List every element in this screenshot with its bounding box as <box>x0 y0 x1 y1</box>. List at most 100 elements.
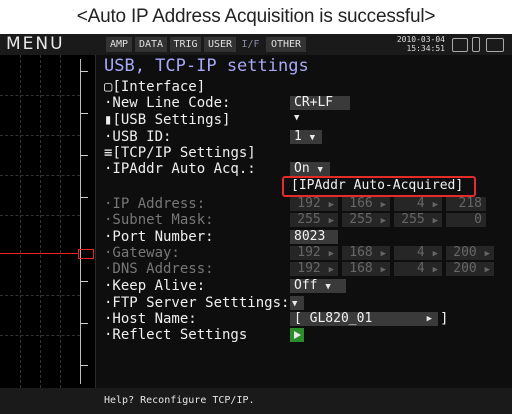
waveform-panel <box>0 55 96 388</box>
ip-octet-1: 192 ▶ <box>290 197 338 211</box>
ip-octet-2: 166 ▶ <box>342 197 390 211</box>
arrow-right-icon: ▶ <box>380 200 386 210</box>
subnet-octet-3-value: 255 <box>401 212 425 227</box>
date-text: 2010-03-04 <box>396 35 445 44</box>
tab-other[interactable]: OTHER <box>266 37 306 52</box>
arrow-right-icon: ▶ <box>432 249 438 259</box>
arrow-right-icon: ▶ <box>380 265 386 275</box>
host-name-label: ·Host Name: <box>104 311 197 327</box>
arrow-right-icon: ▶ <box>484 265 490 275</box>
grid-line <box>0 295 80 296</box>
subnet-mask-label: ·Subnet Mask: <box>104 212 214 228</box>
gateway-octet-2-value: 168 <box>349 245 373 260</box>
dns-address-label: ·DNS Address: <box>104 261 214 277</box>
new-line-code-label: ·New Line Code: <box>104 95 231 111</box>
tab-if[interactable]: I/F <box>238 37 263 52</box>
arrow-right-icon: ▶ <box>380 216 386 226</box>
dns-octet-3: 4 ▶ <box>394 262 442 276</box>
arrow-right-icon: ▶ <box>484 249 490 259</box>
gateway-octet-1: 192 ▶ <box>290 246 338 260</box>
battery-icon <box>472 37 480 52</box>
grid-line <box>0 335 80 336</box>
grid-line <box>0 175 80 176</box>
arrow-right-icon: ▶ <box>328 265 334 275</box>
arrow-right-icon: ▶ <box>426 314 432 324</box>
ip-octet-2-value: 166 <box>349 196 373 211</box>
time-text: 15:34:51 <box>406 44 445 53</box>
ip-octet-1-value: 192 <box>297 196 321 211</box>
host-name-value: [ GL820_01 <box>294 311 373 326</box>
device-screen: MENU AMP DATA TRIG USER I/F OTHER 2010-0… <box>0 34 512 414</box>
dns-octet-3-value: 4 <box>416 261 425 276</box>
top-menu-bar: MENU AMP DATA TRIG USER I/F OTHER 2010-0… <box>0 34 512 55</box>
arrow-right-icon: ▶ <box>432 216 438 226</box>
new-line-code-value: CR+LF <box>294 95 334 110</box>
ip-octet-4-value: 218 <box>458 196 482 211</box>
ipaddr-auto-select[interactable]: On ▼ <box>290 162 330 176</box>
reflect-settings-label: ·Reflect Settings <box>104 327 248 343</box>
arrow-right-icon: ▶ <box>328 216 334 226</box>
arrow-right-icon: ▶ <box>328 200 334 210</box>
interface-header-label: [Interface] <box>112 79 206 95</box>
tab-trig[interactable]: TRIG <box>170 37 201 52</box>
arrow-right-icon: ▶ <box>380 249 386 259</box>
tab-amp[interactable]: AMP <box>106 37 132 52</box>
ftp-server-label: ·FTP Server Setttings: <box>104 295 290 311</box>
gateway-label: ·Gateway: <box>104 245 180 261</box>
keep-alive-value: Off <box>294 278 318 293</box>
dns-octet-2: 168 ▶ <box>342 262 390 276</box>
grid-line <box>0 95 80 96</box>
usb-id-select[interactable]: 1 ▼ <box>290 130 322 144</box>
subnet-octet-1-value: 255 <box>297 212 321 227</box>
gateway-octet-3: 4 ▶ <box>394 246 442 260</box>
dropdown-arrow-icon: ▼ <box>325 282 331 292</box>
keep-alive-select[interactable]: Off ▼ <box>290 279 346 293</box>
axis-tick <box>80 323 88 324</box>
tab-data[interactable]: DATA <box>135 37 167 52</box>
arrow-right-icon: ▶ <box>432 265 438 275</box>
keep-alive-label: ·Keep Alive: <box>104 278 206 294</box>
gateway-octet-1-value: 192 <box>297 245 321 260</box>
grid-line <box>40 55 41 388</box>
tab-user[interactable]: USER <box>204 37 236 52</box>
axis-tick <box>80 365 88 366</box>
waveform-axis <box>80 59 81 384</box>
arrow-right-icon: ▶ <box>432 200 438 210</box>
dns-octet-4-value: 200 <box>453 261 477 276</box>
grid-line <box>60 55 61 388</box>
ipaddr-auto-value: On <box>294 161 310 176</box>
gateway-octet-4: 200 ▶ <box>446 246 494 260</box>
ipaddr-auto-label: ·IPAddr Auto Acq.: <box>104 161 256 177</box>
subnet-octet-3: 255 ▶ <box>394 213 442 227</box>
channel-marker[interactable] <box>78 249 94 259</box>
subnet-octet-4-value: 0 <box>474 212 482 227</box>
port-number-field[interactable]: 8023 ▶ <box>290 229 338 257</box>
auto-acquired-highlight <box>282 176 476 197</box>
host-name-field[interactable]: [ GL820_01 ▶ <box>290 312 438 326</box>
usb-section-header: ▮[USB Settings] <box>104 112 230 128</box>
subnet-octet-2-value: 255 <box>349 212 373 227</box>
interface-section-header: ▢[Interface] <box>104 79 205 95</box>
tcpip-header-label: [TCP/IP Settings] <box>112 145 256 161</box>
axis-tick <box>80 281 88 282</box>
play-icon[interactable] <box>290 328 304 342</box>
usb-id-value: 1 <box>294 129 302 144</box>
signal-trace <box>0 253 78 254</box>
ip-address-label: ·IP Address: <box>104 196 206 212</box>
dropdown-arrow-icon: ▼ <box>309 133 316 143</box>
menu-button[interactable]: MENU <box>6 34 65 55</box>
port-number-value: 8023 <box>294 229 326 244</box>
grid-line <box>0 135 80 136</box>
datetime-display: 2010-03-04 15:34:51 <box>385 35 445 53</box>
new-line-code-select[interactable]: CR+LF ▼ <box>290 95 350 123</box>
ftp-server-dropdown[interactable]: ▼ <box>290 296 304 310</box>
page-title: USB, TCP-IP settings <box>104 56 309 76</box>
device-status-icon <box>486 38 504 52</box>
grid-line <box>20 55 21 388</box>
ip-octet-3: 4 ▶ <box>394 197 442 211</box>
arrow-right-icon: ▶ <box>328 249 334 259</box>
dns-octet-4: 200 ▶ <box>446 262 494 276</box>
ip-octet-4: 218 <box>446 197 486 211</box>
subnet-octet-4: 0 <box>446 213 486 227</box>
axis-tick <box>80 71 88 72</box>
